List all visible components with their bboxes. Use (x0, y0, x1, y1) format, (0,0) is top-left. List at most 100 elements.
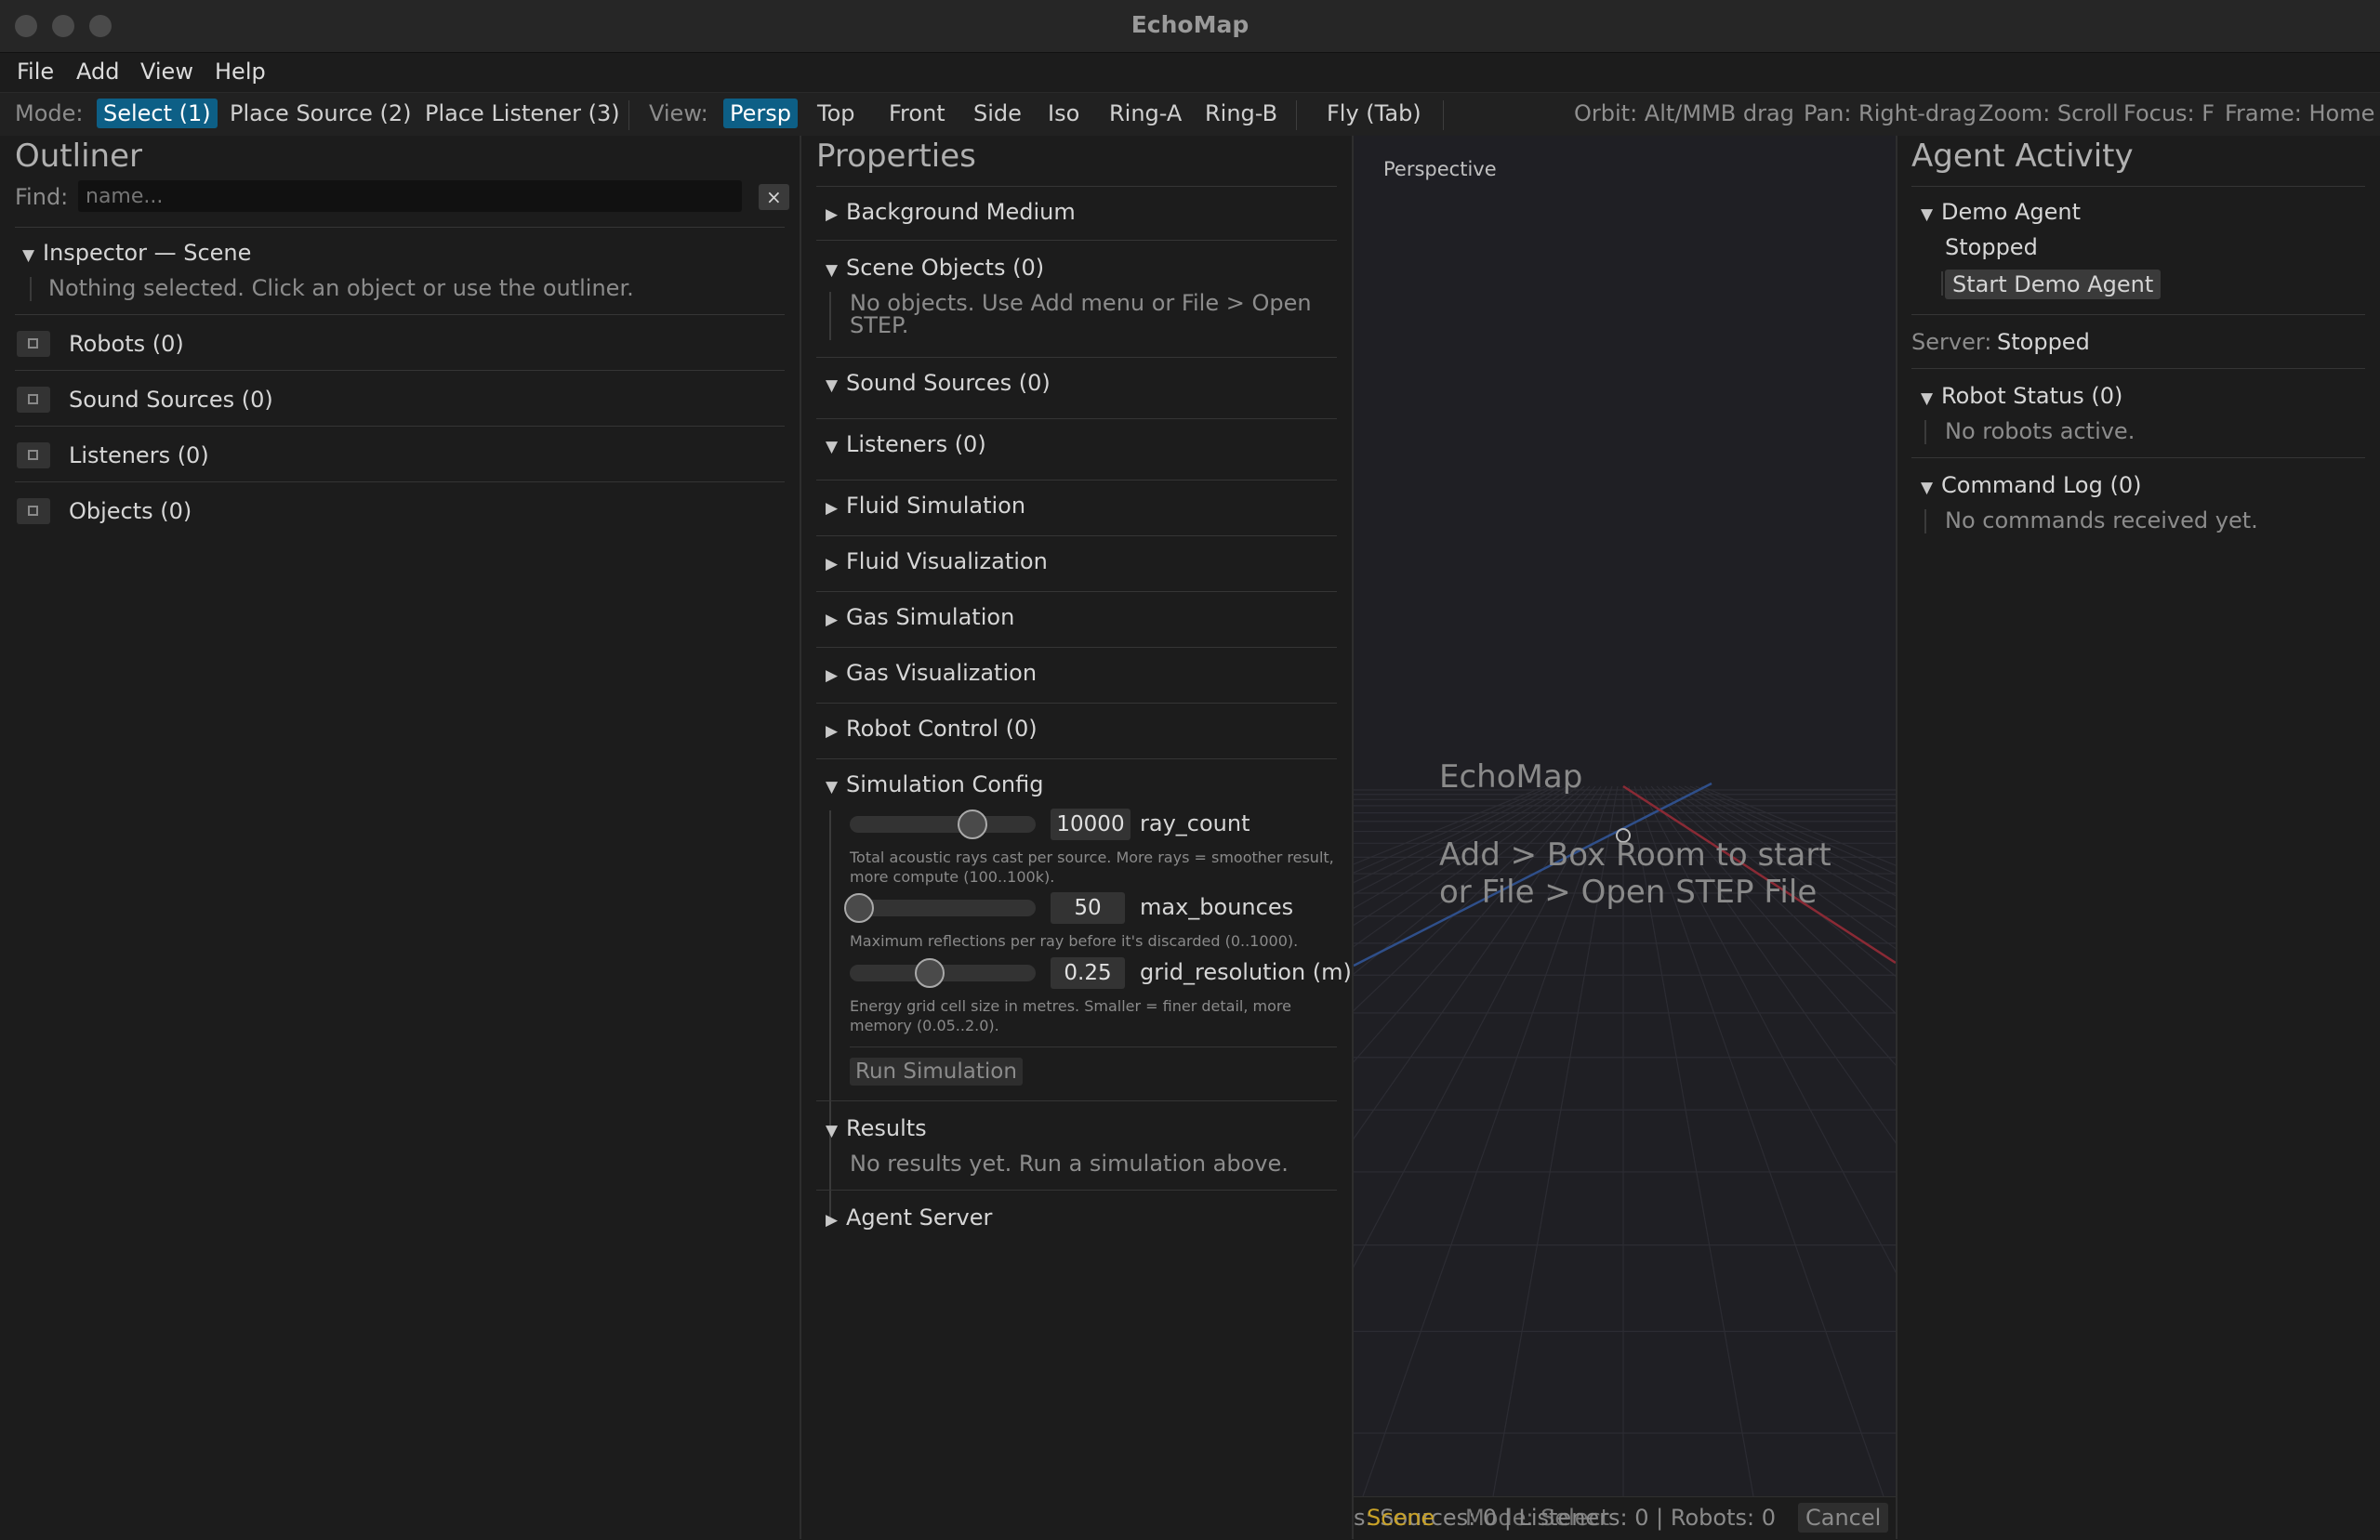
section-command-log[interactable]: ▼ Command Log (0) (1921, 472, 2141, 498)
indent-guide (1924, 509, 1926, 533)
chevron-right-icon: ▶ (826, 1211, 839, 1230)
ray-count-slider-handle[interactable] (958, 809, 987, 839)
section-label: Background Medium (846, 199, 1076, 225)
section-label: Fluid Simulation (846, 493, 1026, 519)
divider (15, 370, 785, 371)
max-bounces-label: max_bounces (1140, 894, 1294, 920)
view-persp-button[interactable]: Persp (723, 99, 798, 128)
section-label: Robot Status (0) (1941, 383, 2123, 409)
chevron-down-icon: ▼ (1921, 205, 1934, 224)
view-side-button[interactable]: Side (967, 99, 1028, 128)
section-sound-sources[interactable]: ▼ Sound Sources (0) (826, 370, 1051, 396)
view-front-button[interactable]: Front (882, 99, 952, 128)
chevron-down-icon: ▼ (826, 261, 839, 280)
divider (816, 418, 1337, 419)
menu-help[interactable]: Help (215, 59, 266, 85)
chevron-right-icon: ▶ (826, 666, 839, 685)
run-simulation-button[interactable]: Run Simulation (850, 1058, 1023, 1086)
ray-count-slider[interactable] (850, 816, 1036, 833)
pan-hint: Pan: Right-drag (1804, 100, 1977, 126)
objects-checkbox[interactable] (17, 498, 50, 524)
divider (816, 357, 1337, 358)
listeners-checkbox[interactable] (17, 442, 50, 468)
view-ring-b-button[interactable]: Ring-B (1198, 99, 1284, 128)
menu-add[interactable]: Add (76, 59, 119, 85)
viewport-hint: or File > Open STEP File (1439, 874, 1818, 911)
section-scene-objects[interactable]: ▼ Scene Objects (0) (826, 255, 1044, 281)
mode-place-source-button[interactable]: Place Source (2) (223, 99, 418, 128)
section-listeners[interactable]: ▼ Listeners (0) (826, 431, 986, 457)
viewport-canvas[interactable] (1354, 136, 1896, 1496)
section-robot-status[interactable]: ▼ Robot Status (0) (1921, 383, 2122, 409)
mode-select-button[interactable]: Select (1) (97, 99, 218, 128)
inspector-empty-text: Nothing selected. Click an object or use… (48, 275, 634, 301)
ray-count-label: ray_count (1140, 810, 1250, 836)
inspector-header[interactable]: ▼ Inspector — Scene (22, 240, 251, 266)
section-fluid-simulation[interactable]: ▶ Fluid Simulation (826, 493, 1025, 519)
section-label: Listeners (0) (846, 431, 986, 457)
find-input[interactable] (78, 180, 742, 212)
sound-sources-checkbox[interactable] (17, 387, 50, 413)
divider (15, 426, 785, 427)
properties-title: Properties (816, 138, 976, 175)
max-bounces-value[interactable]: 50 (1051, 892, 1125, 924)
max-bounces-slider[interactable] (850, 900, 1036, 916)
section-demo-agent[interactable]: ▼ Demo Agent (1921, 199, 2081, 225)
divider (1911, 186, 2365, 187)
view-ring-a-button[interactable]: Ring-A (1103, 99, 1188, 128)
indent-guide (1924, 420, 1926, 444)
outliner-robots[interactable]: Robots (0) (69, 331, 184, 357)
start-demo-agent-button[interactable]: Start Demo Agent (1945, 270, 2162, 299)
no-commands-text: No commands received yet. (1945, 507, 2258, 533)
chevron-down-icon: ▼ (22, 246, 35, 265)
viewport-hint: Add > Box Room to start (1439, 836, 1831, 874)
outliner-listeners[interactable]: Listeners (0) (69, 442, 209, 468)
section-background-medium[interactable]: ▶ Background Medium (826, 199, 1076, 225)
robots-checkbox[interactable] (17, 331, 50, 357)
mode-place-listener-button[interactable]: Place Listener (3) (418, 99, 627, 128)
section-results[interactable]: ▼ Results (826, 1115, 927, 1141)
view-top-button[interactable]: Top (811, 99, 862, 128)
section-label: Gas Simulation (846, 604, 1015, 630)
zoom-hint: Zoom: Scroll (1978, 100, 2119, 126)
section-label: Robot Control (0) (846, 716, 1038, 742)
divider (816, 758, 1337, 759)
section-fluid-visualization[interactable]: ▶ Fluid Visualization (826, 548, 1048, 574)
grid-resolution-description: Energy grid cell size in metres. Smaller… (850, 997, 1291, 1015)
menu-file[interactable]: File (17, 59, 54, 85)
status-bar: s: Sources: 0 | Listeners: 0 | Robots: 0… (1354, 1496, 1896, 1540)
divider (816, 703, 1337, 704)
chevron-down-icon: ▼ (826, 376, 839, 395)
section-gas-visualization[interactable]: ▶ Gas Visualization (826, 660, 1037, 686)
section-robot-control[interactable]: ▶ Robot Control (0) (826, 716, 1038, 742)
section-gas-simulation[interactable]: ▶ Gas Simulation (826, 604, 1014, 630)
outliner-objects[interactable]: Objects (0) (69, 498, 192, 524)
chevron-right-icon: ▶ (826, 499, 839, 518)
outliner-panel: Outliner Find: × ▼ Inspector — Scene Noth… (0, 136, 800, 1539)
grid-resolution-slider-handle[interactable] (915, 958, 945, 988)
clear-find-button[interactable]: × (759, 184, 789, 210)
title-bar: EchoMap (0, 0, 2380, 53)
orbit-hint: Orbit: Alt/MMB drag (1574, 100, 1794, 126)
ray-count-description: Total acoustic rays cast per source. Mor… (850, 849, 1334, 866)
outliner-sound-sources[interactable]: Sound Sources (0) (69, 387, 273, 413)
section-simulation-config[interactable]: ▼ Simulation Config (826, 771, 1043, 797)
divider (15, 481, 785, 482)
divider (1911, 457, 2365, 458)
section-label: Sound Sources (0) (846, 370, 1051, 396)
view-iso-button[interactable]: Iso (1041, 99, 1086, 128)
fly-mode-button[interactable]: Fly (Tab) (1320, 99, 1428, 128)
indent-guide (829, 1152, 831, 1177)
3d-viewport[interactable]: Perspective EchoMap Add > Box Room to st… (1354, 136, 1896, 1496)
grid-resolution-value[interactable]: 0.25 (1051, 957, 1125, 989)
menu-view[interactable]: View (140, 59, 193, 85)
chevron-down-icon: ▼ (826, 1122, 839, 1140)
divider (816, 647, 1337, 648)
section-agent-server[interactable]: ▶ Agent Server (826, 1204, 992, 1231)
ray-count-value[interactable]: 10000 (1051, 809, 1130, 840)
frame-hint: Frame: Home (2225, 100, 2375, 126)
scene-objects-empty-text: STEP. (850, 312, 909, 338)
window-title: EchoMap (1130, 11, 1250, 38)
cancel-button[interactable]: Cancel (1798, 1503, 1889, 1533)
max-bounces-slider-handle[interactable] (844, 893, 874, 923)
